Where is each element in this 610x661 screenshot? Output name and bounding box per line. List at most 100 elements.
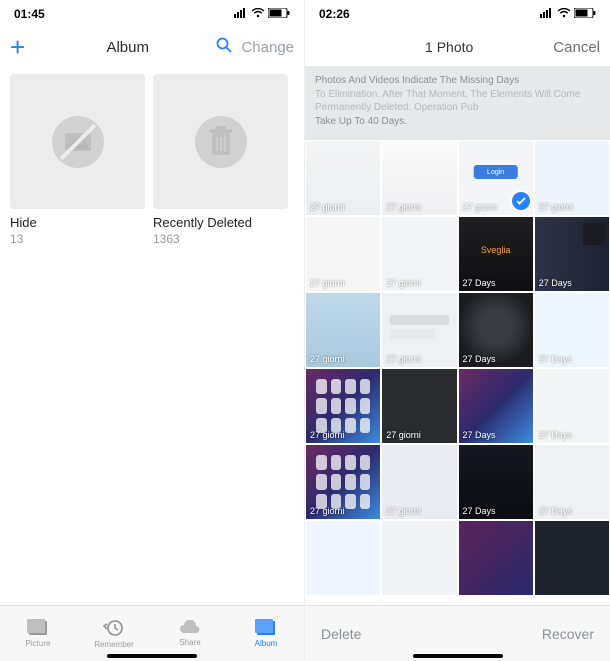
cancel-button[interactable]: Cancel xyxy=(553,39,600,56)
status-bar: 01:45 xyxy=(0,0,304,28)
album-grid: Hide 13 Recently Deleted 1363 xyxy=(0,66,304,254)
photo-stack-icon xyxy=(27,619,49,637)
deleted-album-thumb xyxy=(153,74,288,209)
tab-label: Picture xyxy=(26,639,51,648)
battery-icon xyxy=(268,7,290,21)
cloud-icon xyxy=(178,620,202,636)
days-label: 27 Days xyxy=(539,278,572,288)
photo-thumb[interactable]: 27 Days xyxy=(534,368,610,444)
login-badge: Login xyxy=(473,165,518,179)
status-bar: 02:26 xyxy=(305,0,610,28)
photo-thumb[interactable] xyxy=(534,520,610,596)
selection-count: 1 Photo xyxy=(345,39,553,55)
tab-pictures[interactable]: Picture xyxy=(0,606,76,661)
banner-line: Permanently Deleted. Operation Pub xyxy=(315,101,600,115)
battery-icon xyxy=(574,7,596,21)
photo-slash-icon xyxy=(49,113,107,171)
album-recently-deleted[interactable]: Recently Deleted 1363 xyxy=(153,74,288,246)
days-label: 27 Days xyxy=(463,354,496,364)
photo-thumb[interactable]: 27 giorni xyxy=(381,368,457,444)
album-count: 1363 xyxy=(153,232,288,246)
tab-label: Share xyxy=(179,638,200,647)
photo-thumb[interactable]: 27 giorni xyxy=(381,444,457,520)
photo-grid: 27 giorni 27 giorni Login27 giorni 27 gi… xyxy=(305,140,610,661)
photo-thumb[interactable]: 27 giorni xyxy=(381,140,457,216)
signal-icon xyxy=(234,7,248,21)
home-indicator[interactable] xyxy=(107,654,197,658)
wifi-icon xyxy=(557,7,571,21)
wifi-icon xyxy=(251,7,265,21)
tab-bar: Picture Remember Share Album xyxy=(0,605,304,661)
sveglia-label: Sveglia xyxy=(481,245,511,255)
days-label: 27 giorni xyxy=(386,354,421,364)
photo-thumb[interactable]: 27 giorni xyxy=(534,140,610,216)
days-label: 27 giorni xyxy=(386,202,421,212)
search-icon[interactable] xyxy=(215,36,233,58)
album-hidden[interactable]: Hide 13 xyxy=(10,74,145,246)
status-time: 01:45 xyxy=(14,7,234,21)
photo-thumb[interactable]: 27 Days xyxy=(458,444,534,520)
photo-thumb[interactable]: 27 Days xyxy=(534,444,610,520)
days-label: 27 Days xyxy=(539,430,572,440)
days-label: 27 giorni xyxy=(310,430,345,440)
recover-button[interactable]: Recover xyxy=(542,626,594,642)
photo-thumb[interactable] xyxy=(458,520,534,596)
tab-remember[interactable]: Remember xyxy=(76,606,152,661)
info-banner: Photos And Videos Indicate The Missing D… xyxy=(305,66,610,140)
days-label: 27 giorni xyxy=(310,506,345,516)
action-bar: Delete Recover xyxy=(305,605,610,661)
delete-button[interactable]: Delete xyxy=(321,626,361,642)
photo-thumb[interactable]: 27 giorni xyxy=(305,368,381,444)
dark-square xyxy=(583,223,605,245)
album-count: 13 xyxy=(10,232,145,246)
photo-thumb[interactable]: 27 giorni xyxy=(305,444,381,520)
days-label: 27 giorni xyxy=(310,278,345,288)
days-label: 27 Days xyxy=(539,354,572,364)
signal-icon xyxy=(540,7,554,21)
photo-thumb[interactable]: 27 Days xyxy=(458,368,534,444)
nav-title: Album xyxy=(40,39,215,56)
photo-thumb[interactable]: 27 Days xyxy=(458,292,534,368)
clock-back-icon xyxy=(103,618,125,638)
status-icons xyxy=(234,7,290,21)
photo-thumb[interactable]: Sveglia 27 Days xyxy=(458,216,534,292)
recently-deleted-screen: 02:26 1 Photo Cancel Photos And Videos I… xyxy=(305,0,610,661)
photo-thumb[interactable]: 27 giorni xyxy=(305,292,381,368)
album-icon xyxy=(255,619,277,637)
tab-label: Album xyxy=(255,639,278,648)
albums-nav: + Album Change xyxy=(0,28,304,66)
photo-thumb[interactable] xyxy=(381,520,457,596)
album-label: Recently Deleted xyxy=(153,215,288,230)
photo-thumb[interactable]: 27 giorni xyxy=(381,216,457,292)
photo-thumb[interactable]: 27 giorni xyxy=(305,216,381,292)
days-label: 27 giorni xyxy=(386,506,421,516)
edit-button[interactable]: Change xyxy=(241,39,294,56)
photo-thumb[interactable] xyxy=(305,520,381,596)
days-label: 27 Days xyxy=(463,278,496,288)
photo-thumb[interactable]: 27 giorni xyxy=(381,292,457,368)
days-label: 27 giorni xyxy=(386,278,421,288)
home-indicator[interactable] xyxy=(413,654,503,658)
hidden-album-thumb xyxy=(10,74,145,209)
photo-thumb[interactable]: 27 Days xyxy=(534,292,610,368)
days-label: 27 giorni xyxy=(310,202,345,212)
days-label: 27 giorni xyxy=(310,354,345,364)
selected-check-icon xyxy=(512,192,530,210)
days-label: 27 Days xyxy=(463,430,496,440)
trash-icon xyxy=(192,113,250,171)
status-icons xyxy=(540,7,596,21)
photo-thumb[interactable]: 27 giorni xyxy=(305,140,381,216)
days-label: 27 Days xyxy=(539,506,572,516)
album-label: Hide xyxy=(10,215,145,230)
tab-album[interactable]: Album xyxy=(228,606,304,661)
photo-thumb[interactable]: Login27 giorni xyxy=(458,140,534,216)
select-nav: 1 Photo Cancel xyxy=(305,28,610,66)
banner-line: Photos And Videos Indicate The Missing D… xyxy=(315,74,600,88)
tab-label: Remember xyxy=(94,640,134,649)
tab-share[interactable]: Share xyxy=(152,606,228,661)
add-album-button[interactable]: + xyxy=(10,32,40,63)
photo-thumb[interactable]: 27 Days xyxy=(534,216,610,292)
days-label: 27 giorni xyxy=(386,430,421,440)
banner-line: Take Up To 40 Days. xyxy=(315,115,600,129)
days-label: 27 giorni xyxy=(539,202,574,212)
